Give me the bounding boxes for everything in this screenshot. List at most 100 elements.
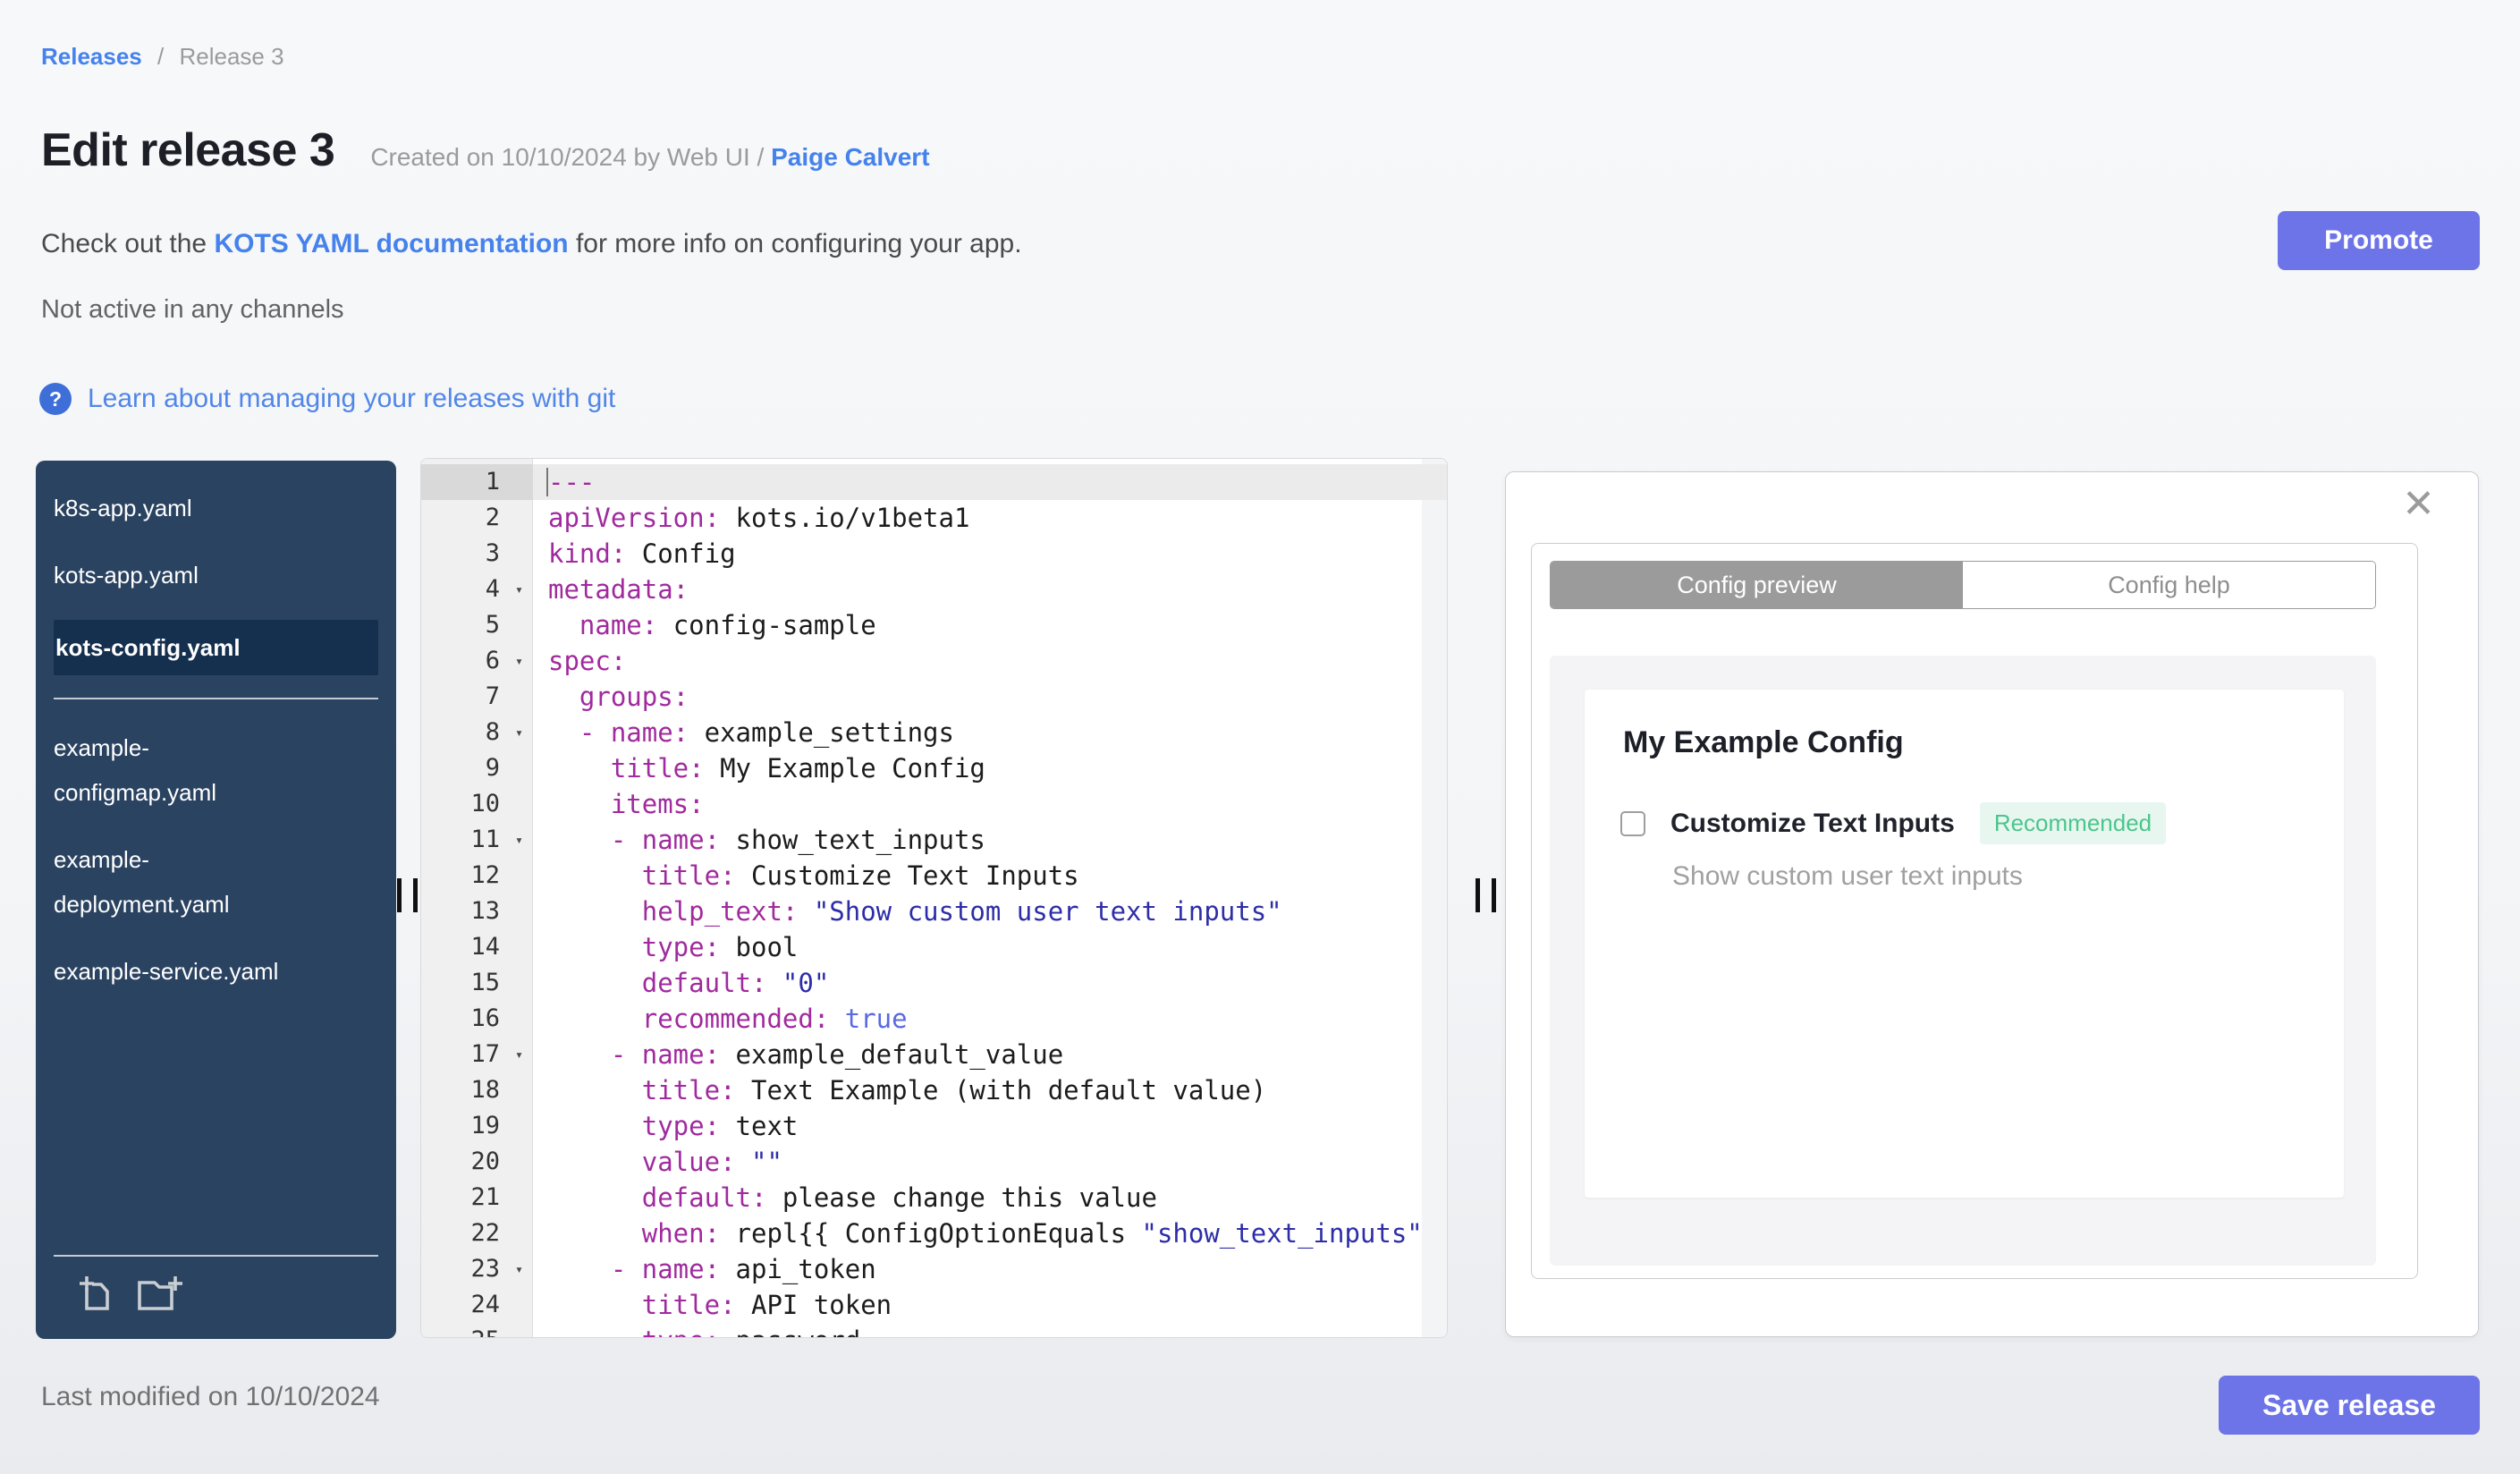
line-number[interactable]: 22	[421, 1216, 533, 1251]
line-number[interactable]: 15	[421, 965, 533, 1001]
code-line-11[interactable]: 11 ▾ - name: show_text_inputs	[421, 822, 1447, 858]
code-line-3[interactable]: 3 kind: Config	[421, 536, 1447, 572]
line-number[interactable]: 25	[421, 1323, 533, 1337]
line-number[interactable]: 4 ▾	[421, 572, 533, 607]
line-number[interactable]: 7	[421, 679, 533, 715]
fold-arrow-icon[interactable]: ▾	[515, 643, 523, 679]
line-number[interactable]: 11 ▾	[421, 822, 533, 858]
line-number[interactable]: 20	[421, 1144, 533, 1180]
code-line-6[interactable]: 6 ▾ spec:	[421, 643, 1447, 679]
code-line-24[interactable]: 24 title: API token	[421, 1287, 1447, 1323]
code-line-8[interactable]: 8 ▾ - name: example_settings	[421, 715, 1447, 750]
code-text[interactable]: spec:	[533, 643, 1447, 679]
tab-config-preview[interactable]: Config preview	[1551, 562, 1963, 608]
code-text[interactable]: title: My Example Config	[533, 750, 1447, 786]
code-line-2[interactable]: 2 apiVersion: kots.io/v1beta1	[421, 500, 1447, 536]
code-line-17[interactable]: 17 ▾ - name: example_default_value	[421, 1037, 1447, 1072]
line-number[interactable]: 17 ▾	[421, 1037, 533, 1072]
code-line-20[interactable]: 20 value: ""	[421, 1144, 1447, 1180]
line-number[interactable]: 6 ▾	[421, 643, 533, 679]
code-line-12[interactable]: 12 title: Customize Text Inputs	[421, 858, 1447, 894]
code-text[interactable]: value: ""	[533, 1144, 1447, 1180]
code-text[interactable]: metadata:	[533, 572, 1447, 607]
line-number[interactable]: 21	[421, 1180, 533, 1216]
sidebar-file-example-deployment.yaml[interactable]: example-deployment.yaml	[54, 837, 378, 927]
kots-yaml-docs-link[interactable]: KOTS YAML documentation	[214, 229, 568, 258]
code-text[interactable]: type: bool	[533, 929, 1447, 965]
tab-config-help[interactable]: Config help	[1963, 562, 2375, 608]
code-line-7[interactable]: 7 groups:	[421, 679, 1447, 715]
sidebar-file-k8s-app.yaml[interactable]: k8s-app.yaml	[54, 486, 378, 530]
code-line-13[interactable]: 13 help_text: "Show custom user text inp…	[421, 894, 1447, 929]
code-line-14[interactable]: 14 type: bool	[421, 929, 1447, 965]
code-text[interactable]: name: config-sample	[533, 607, 1447, 643]
line-number[interactable]: 8 ▾	[421, 715, 533, 750]
fold-arrow-icon[interactable]: ▾	[515, 715, 523, 750]
git-help-link[interactable]: Learn about managing your releases with …	[88, 384, 615, 414]
code-line-10[interactable]: 10 items:	[421, 786, 1447, 822]
git-help-row[interactable]: ? Learn about managing your releases wit…	[39, 383, 615, 415]
code-line-15[interactable]: 15 default: "0"	[421, 965, 1447, 1001]
code-line-19[interactable]: 19 type: text	[421, 1108, 1447, 1144]
code-text[interactable]: title: Customize Text Inputs	[533, 858, 1447, 894]
sidebar-file-example-configmap.yaml[interactable]: example-configmap.yaml	[54, 725, 378, 815]
code-text[interactable]: - name: api_token	[533, 1251, 1447, 1287]
add-file-icon[interactable]	[75, 1273, 116, 1314]
fold-arrow-icon[interactable]: ▾	[515, 572, 523, 607]
code-text[interactable]: help_text: "Show custom user text inputs…	[533, 894, 1447, 929]
code-line-1[interactable]: 1 ---	[421, 464, 1447, 500]
code-text[interactable]: items:	[533, 786, 1447, 822]
code-text[interactable]: type: text	[533, 1108, 1447, 1144]
fold-arrow-icon[interactable]: ▾	[515, 1251, 523, 1287]
code-text[interactable]: title: Text Example (with default value)	[533, 1072, 1447, 1108]
code-text[interactable]: kind: Config	[533, 536, 1447, 572]
code-text[interactable]: title: API token	[533, 1287, 1447, 1323]
code-line-16[interactable]: 16 recommended: true	[421, 1001, 1447, 1037]
code-line-22[interactable]: 22 when: repl{{ ConfigOptionEquals "show…	[421, 1216, 1447, 1251]
yaml-editor[interactable]: 1 --- 2 apiVersion: kots.io/v1beta1 3 kind: C…	[420, 458, 1448, 1338]
code-text[interactable]: type: password	[533, 1323, 1447, 1337]
code-text[interactable]: - name: example_settings	[533, 715, 1447, 750]
code-text[interactable]: ---	[533, 464, 1447, 500]
line-number[interactable]: 18	[421, 1072, 533, 1108]
code-line-21[interactable]: 21 default: please change this value	[421, 1180, 1447, 1216]
code-text[interactable]: - name: show_text_inputs	[533, 822, 1447, 858]
line-number[interactable]: 5	[421, 607, 533, 643]
customize-text-inputs-checkbox[interactable]	[1620, 810, 1645, 836]
sidebar-file-kots-config.yaml[interactable]: kots-config.yaml	[54, 620, 378, 675]
sidebar-file-kots-app.yaml[interactable]: kots-app.yaml	[54, 553, 378, 597]
save-release-button[interactable]: Save release	[2219, 1376, 2480, 1435]
resize-handle-left[interactable]	[397, 878, 418, 912]
line-number[interactable]: 1	[421, 464, 533, 500]
fold-arrow-icon[interactable]: ▾	[515, 822, 523, 858]
code-text[interactable]: apiVersion: kots.io/v1beta1	[533, 500, 1447, 536]
fold-arrow-icon[interactable]: ▾	[515, 1037, 523, 1072]
code-text[interactable]: groups:	[533, 679, 1447, 715]
code-line-5[interactable]: 5 name: config-sample	[421, 607, 1447, 643]
line-number[interactable]: 12	[421, 858, 533, 894]
close-icon[interactable]: ✕	[2402, 485, 2435, 524]
code-text[interactable]: default: "0"	[533, 965, 1447, 1001]
resize-handle-right[interactable]	[1476, 878, 1496, 912]
line-number[interactable]: 16	[421, 1001, 533, 1037]
code-text[interactable]: when: repl{{ ConfigOptionEquals "show_te…	[533, 1216, 1447, 1251]
line-number[interactable]: 19	[421, 1108, 533, 1144]
line-number[interactable]: 13	[421, 894, 533, 929]
promote-button[interactable]: Promote	[2278, 211, 2480, 270]
code-line-9[interactable]: 9 title: My Example Config	[421, 750, 1447, 786]
breadcrumb-releases-link[interactable]: Releases	[41, 43, 142, 70]
line-number[interactable]: 9	[421, 750, 533, 786]
line-number[interactable]: 3	[421, 536, 533, 572]
code-text[interactable]: default: please change this value	[533, 1180, 1447, 1216]
sidebar-file-example-service.yaml[interactable]: example-service.yaml	[54, 949, 378, 994]
line-number[interactable]: 2	[421, 500, 533, 536]
code-line-4[interactable]: 4 ▾ metadata:	[421, 572, 1447, 607]
code-line-18[interactable]: 18 title: Text Example (with default val…	[421, 1072, 1447, 1108]
code-line-23[interactable]: 23 ▾ - name: api_token	[421, 1251, 1447, 1287]
author-link[interactable]: Paige Calvert	[771, 143, 929, 171]
code-line-25[interactable]: 25 type: password	[421, 1323, 1447, 1337]
line-number[interactable]: 10	[421, 786, 533, 822]
add-folder-icon[interactable]	[136, 1273, 182, 1314]
line-number[interactable]: 24	[421, 1287, 533, 1323]
code-text[interactable]: - name: example_default_value	[533, 1037, 1447, 1072]
